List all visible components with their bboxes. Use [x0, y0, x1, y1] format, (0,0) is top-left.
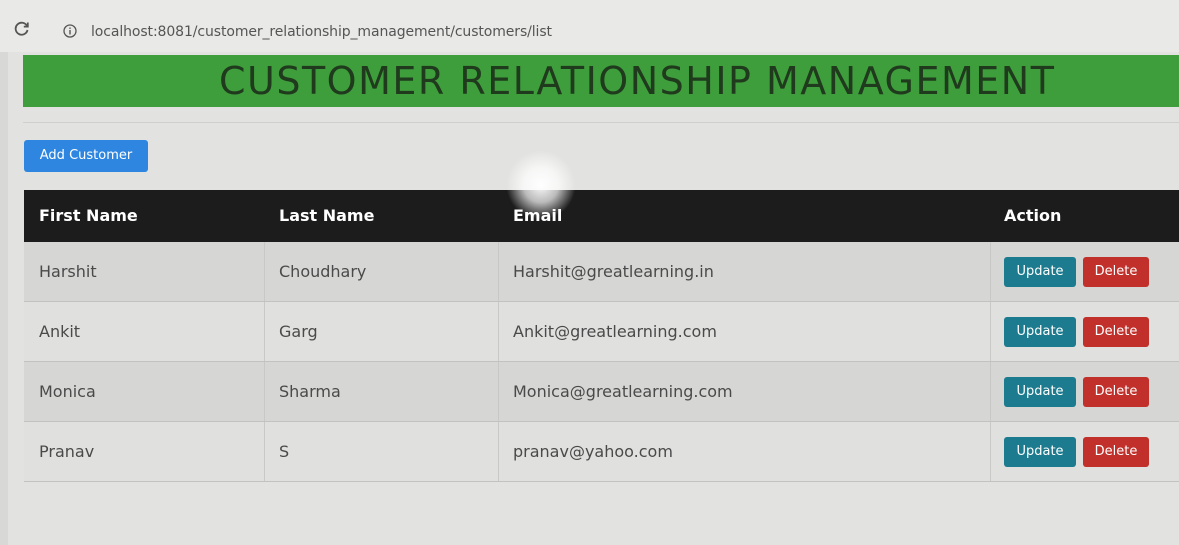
update-button[interactable]: Update — [1004, 317, 1076, 347]
cell-first-name: Ankit — [39, 322, 81, 341]
page-title: CUSTOMER RELATIONSHIP MANAGEMENT — [219, 59, 1056, 103]
delete-button[interactable]: Delete — [1083, 377, 1149, 407]
cell-last-name: Sharma — [279, 382, 341, 401]
column-divider — [990, 242, 991, 301]
column-divider — [264, 422, 265, 481]
delete-button[interactable]: Delete — [1083, 437, 1149, 467]
cell-email: Harshit@greatlearning.in — [513, 262, 714, 281]
column-divider — [498, 362, 499, 421]
delete-button[interactable]: Delete — [1083, 257, 1149, 287]
cell-last-name: Garg — [279, 322, 318, 341]
cell-last-name: S — [279, 442, 290, 461]
column-header-last-name: Last Name — [279, 206, 375, 225]
url-text[interactable]: localhost:8081/customer_relationship_man… — [91, 24, 552, 40]
column-header-action: Action — [1004, 206, 1062, 225]
cell-email: Ankit@greatlearning.com — [513, 322, 717, 341]
table-row: Pranav S pranav@yahoo.com Update Delete — [24, 422, 1179, 482]
page-header-banner: CUSTOMER RELATIONSHIP MANAGEMENT — [23, 55, 1179, 107]
update-button[interactable]: Update — [1004, 437, 1076, 467]
column-divider — [990, 422, 991, 481]
cell-last-name: Choudhary — [279, 262, 367, 281]
update-button[interactable]: Update — [1004, 377, 1076, 407]
cell-first-name: Harshit — [39, 262, 97, 281]
divider — [23, 122, 1179, 123]
cell-email: pranav@yahoo.com — [513, 442, 673, 461]
column-divider — [498, 302, 499, 361]
column-divider — [264, 302, 265, 361]
info-icon[interactable] — [63, 24, 77, 38]
column-divider — [264, 242, 265, 301]
table-header: First Name Last Name Email Action — [24, 190, 1179, 242]
column-divider — [990, 362, 991, 421]
column-divider — [264, 362, 265, 421]
table-row: Harshit Choudhary Harshit@greatlearning.… — [24, 242, 1179, 302]
table-row: Monica Sharma Monica@greatlearning.com U… — [24, 362, 1179, 422]
cell-email: Monica@greatlearning.com — [513, 382, 733, 401]
add-customer-button[interactable]: Add Customer — [24, 140, 148, 172]
column-header-first-name: First Name — [39, 206, 138, 225]
update-button[interactable]: Update — [1004, 257, 1076, 287]
cell-first-name: Monica — [39, 382, 96, 401]
browser-address-bar: localhost:8081/customer_relationship_man… — [0, 0, 1179, 52]
table-row: Ankit Garg Ankit@greatlearning.com Updat… — [24, 302, 1179, 362]
column-header-email: Email — [513, 206, 563, 225]
page-content: CUSTOMER RELATIONSHIP MANAGEMENT Add Cus… — [8, 52, 1179, 545]
cell-first-name: Pranav — [39, 442, 95, 461]
reload-icon[interactable] — [14, 20, 30, 36]
delete-button[interactable]: Delete — [1083, 317, 1149, 347]
column-divider — [498, 242, 499, 301]
column-divider — [498, 422, 499, 481]
column-divider — [990, 302, 991, 361]
